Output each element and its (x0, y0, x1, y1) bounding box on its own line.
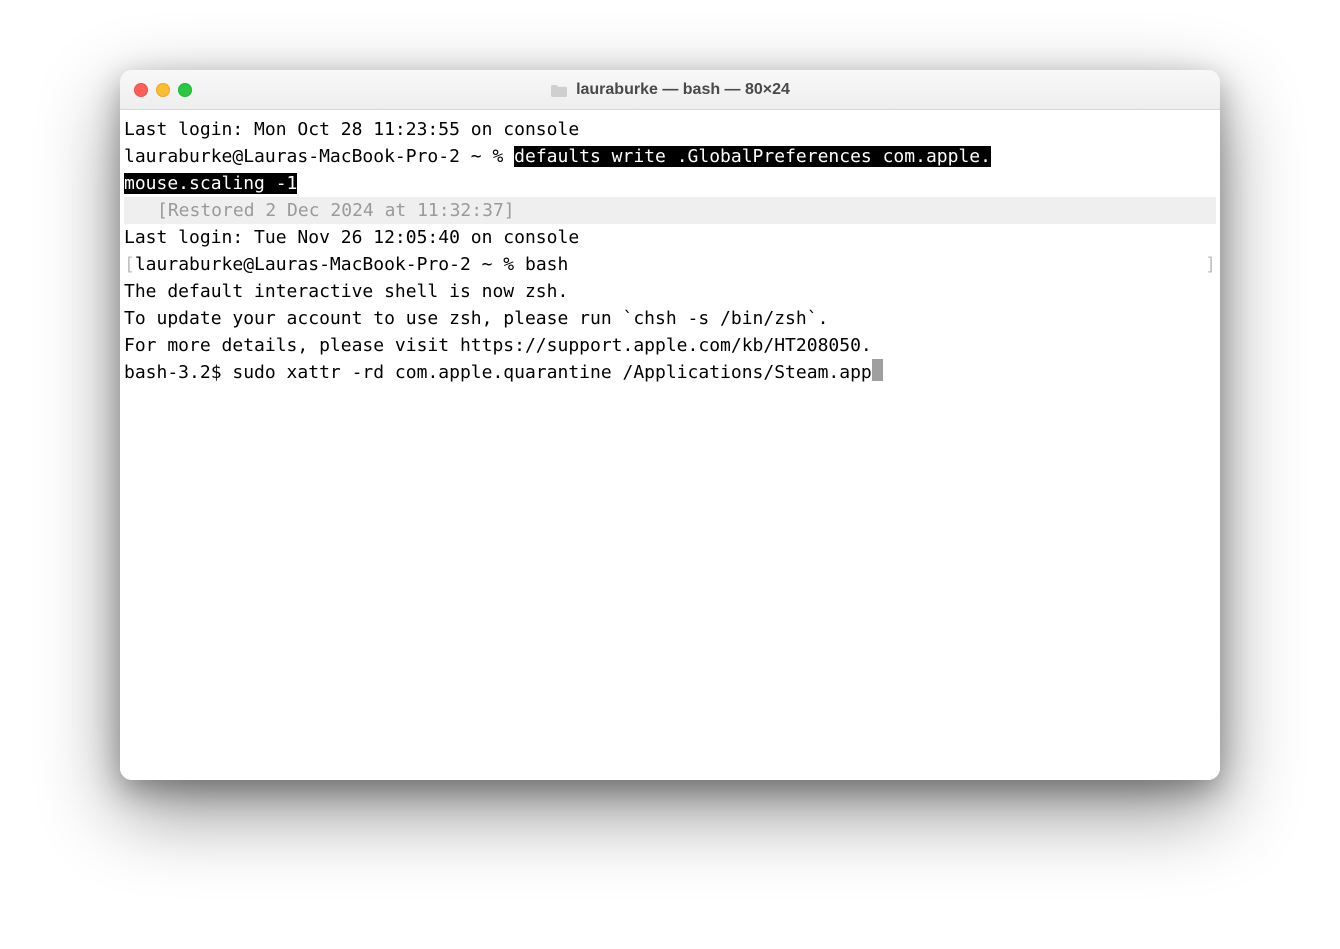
selected-command-part2: mouse.scaling -1 (124, 173, 297, 194)
traffic-lights (134, 83, 192, 97)
folder-icon (550, 83, 568, 97)
last-login-line-2: Last login: Tue Nov 26 12:05:40 on conso… (124, 224, 1216, 251)
bash-command: sudo xattr -rd com.apple.quarantine /App… (232, 362, 871, 383)
bash-prompt-line: bash-3.2$ sudo xattr -rd com.apple.quara… (124, 359, 1216, 386)
bracket-open: [ (124, 254, 135, 275)
command-bash: bash (525, 254, 568, 275)
window-title: lauraburke — bash — 80×24 (576, 81, 790, 99)
window-title-group: lauraburke — bash — 80×24 (120, 81, 1220, 99)
zsh-notice-3: For more details, please visit https://s… (124, 332, 1216, 359)
selected-command-part1: defaults write .GlobalPreferences com.ap… (514, 146, 991, 167)
zoom-button[interactable] (178, 83, 192, 97)
bash-prompt: bash-3.2$ (124, 362, 232, 383)
terminal-window: lauraburke — bash — 80×24 Last login: Mo… (120, 70, 1220, 780)
shell-prompt: lauraburke@Lauras-MacBook-Pro-2 ~ % (124, 146, 514, 167)
restored-session-line: [Restored 2 Dec 2024 at 11:32:37] (124, 197, 1216, 224)
zsh-notice-1: The default interactive shell is now zsh… (124, 278, 1216, 305)
prompt-line-1: lauraburke@Lauras-MacBook-Pro-2 ~ % defa… (124, 143, 1216, 170)
zsh-notice-2: To update your account to use zsh, pleas… (124, 305, 1216, 332)
last-login-line: Last login: Mon Oct 28 11:23:55 on conso… (124, 116, 1216, 143)
close-button[interactable] (134, 83, 148, 97)
shell-prompt-2: lauraburke@Lauras-MacBook-Pro-2 ~ % (135, 254, 525, 275)
minimize-button[interactable] (156, 83, 170, 97)
window-titlebar[interactable]: lauraburke — bash — 80×24 (120, 70, 1220, 110)
terminal-content[interactable]: Last login: Mon Oct 28 11:23:55 on conso… (120, 110, 1220, 780)
terminal-cursor (872, 359, 883, 381)
bracket-close: ] (1205, 251, 1216, 278)
prompt-line-2: [lauraburke@Lauras-MacBook-Pro-2 ~ % bas… (124, 251, 1216, 278)
command-continuation: mouse.scaling -1 (124, 170, 1216, 197)
